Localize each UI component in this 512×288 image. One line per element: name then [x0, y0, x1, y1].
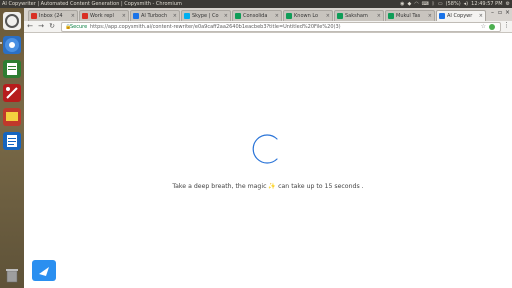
extension-icon[interactable]: [489, 24, 495, 30]
sheets-icon: [235, 13, 241, 19]
back-arrow-icon[interactable]: ←: [26, 22, 34, 31]
copysmith-icon: [439, 13, 445, 19]
reload-icon[interactable]: ↻: [48, 22, 56, 31]
tab-label: Known Lo: [294, 13, 319, 19]
close-icon[interactable]: ×: [479, 11, 483, 21]
chromium-icon[interactable]: [3, 36, 21, 54]
loading-message: Take a deep breath, the magic ✨ can take…: [172, 183, 364, 190]
trash-icon[interactable]: [3, 266, 21, 284]
close-icon[interactable]: ×: [122, 11, 126, 21]
tab-label: Inbox (24: [39, 13, 63, 19]
unity-launcher: [0, 8, 24, 288]
clock[interactable]: 12:49:57 PM: [471, 0, 502, 8]
tab-work[interactable]: Work repl ×: [79, 10, 129, 21]
chrome-tray-icon[interactable]: ◉: [400, 0, 404, 8]
wifi-icon[interactable]: ◠: [414, 0, 418, 8]
system-tray: ◉ ◆ ◠ ⌨ ᛒ ▭ (58%) ◂) 12:49:57 PM ⚙: [400, 0, 510, 8]
feedback-button[interactable]: [32, 260, 56, 281]
dropbox-icon[interactable]: ◆: [407, 0, 411, 8]
gmail-icon: [31, 13, 37, 19]
sheets-icon: [337, 13, 343, 19]
close-icon[interactable]: ×: [224, 11, 228, 21]
skype-icon: [184, 13, 190, 19]
bookmark-star-icon[interactable]: ☆: [481, 23, 486, 31]
close-icon[interactable]: ×: [173, 11, 177, 21]
settings-gear-icon[interactable]: ⚙: [506, 0, 510, 8]
tab-label: Work repl: [90, 13, 114, 19]
document-icon[interactable]: [3, 132, 21, 150]
window-title: AI Copywriter | Automated Content Genera…: [2, 1, 182, 7]
volume-icon[interactable]: ◂): [464, 0, 468, 8]
page-content: Take a deep breath, the magic ✨ can take…: [24, 33, 512, 288]
sheets-icon: [286, 13, 292, 19]
gmail-icon: [82, 13, 88, 19]
close-icon[interactable]: ×: [71, 11, 75, 21]
browser-menu-icon[interactable]: ⋮: [503, 21, 510, 29]
close-icon[interactable]: ×: [326, 11, 330, 21]
tab-skype[interactable]: Skype | Co ×: [181, 10, 231, 21]
tab-label: Mukul Tas: [396, 13, 421, 19]
close-icon[interactable]: ×: [275, 11, 279, 21]
battery-icon[interactable]: ▭: [438, 0, 443, 8]
browser-toolbar: ← → ↻ 🔒 Secure https://app.copysmith.ai/…: [24, 21, 512, 33]
tab-consolidated[interactable]: Consolida ×: [232, 10, 282, 21]
search-dash-icon[interactable]: [3, 12, 21, 30]
active-indicator: [0, 42, 2, 44]
maximize-icon[interactable]: ▫: [498, 9, 502, 16]
battery-percent[interactable]: (58%): [446, 0, 461, 8]
tab-inbox[interactable]: Inbox (24 ×: [28, 10, 78, 21]
tab-saksham[interactable]: Saksham ×: [334, 10, 384, 21]
address-bar[interactable]: 🔒 Secure https://app.copysmith.ai/conten…: [61, 22, 501, 32]
tab-label: AI Turboch: [141, 13, 168, 19]
settings-tools-icon[interactable]: [3, 84, 21, 102]
send-icon: [39, 267, 49, 276]
tab-ai-copywriter[interactable]: AI Copywr ×: [436, 10, 486, 21]
secure-label: Secure: [70, 24, 88, 30]
os-top-panel: AI Copywriter | Automated Content Genera…: [0, 0, 512, 8]
spreadsheet-icon[interactable]: [3, 60, 21, 78]
loading-spinner-icon: [252, 134, 278, 164]
forward-arrow-icon[interactable]: →: [37, 22, 45, 31]
close-icon[interactable]: ×: [377, 11, 381, 21]
site-icon: [133, 13, 139, 19]
close-icon[interactable]: ×: [428, 11, 432, 21]
url-text[interactable]: https://app.copysmith.ai/content-rewrite…: [90, 23, 341, 31]
tab-strip: Inbox (24 × Work repl × AI Turboch × Sky…: [24, 8, 512, 21]
tab-label: AI Copywr: [447, 13, 473, 19]
sheets-icon: [388, 13, 394, 19]
minimize-icon[interactable]: –: [491, 9, 494, 16]
tab-label: Skype | Co: [192, 13, 219, 19]
keyboard-icon[interactable]: ⌨: [422, 0, 429, 8]
tab-mukul[interactable]: Mukul Tas ×: [385, 10, 435, 21]
presentation-icon[interactable]: [3, 108, 21, 126]
window-close-icon[interactable]: ×: [505, 9, 510, 16]
tab-known[interactable]: Known Lo ×: [283, 10, 333, 21]
bluetooth-icon[interactable]: ᛒ: [432, 0, 435, 8]
tab-label: Saksham: [345, 13, 368, 19]
tab-ai-turbochat[interactable]: AI Turboch ×: [130, 10, 180, 21]
tab-label: Consolida: [243, 13, 268, 19]
